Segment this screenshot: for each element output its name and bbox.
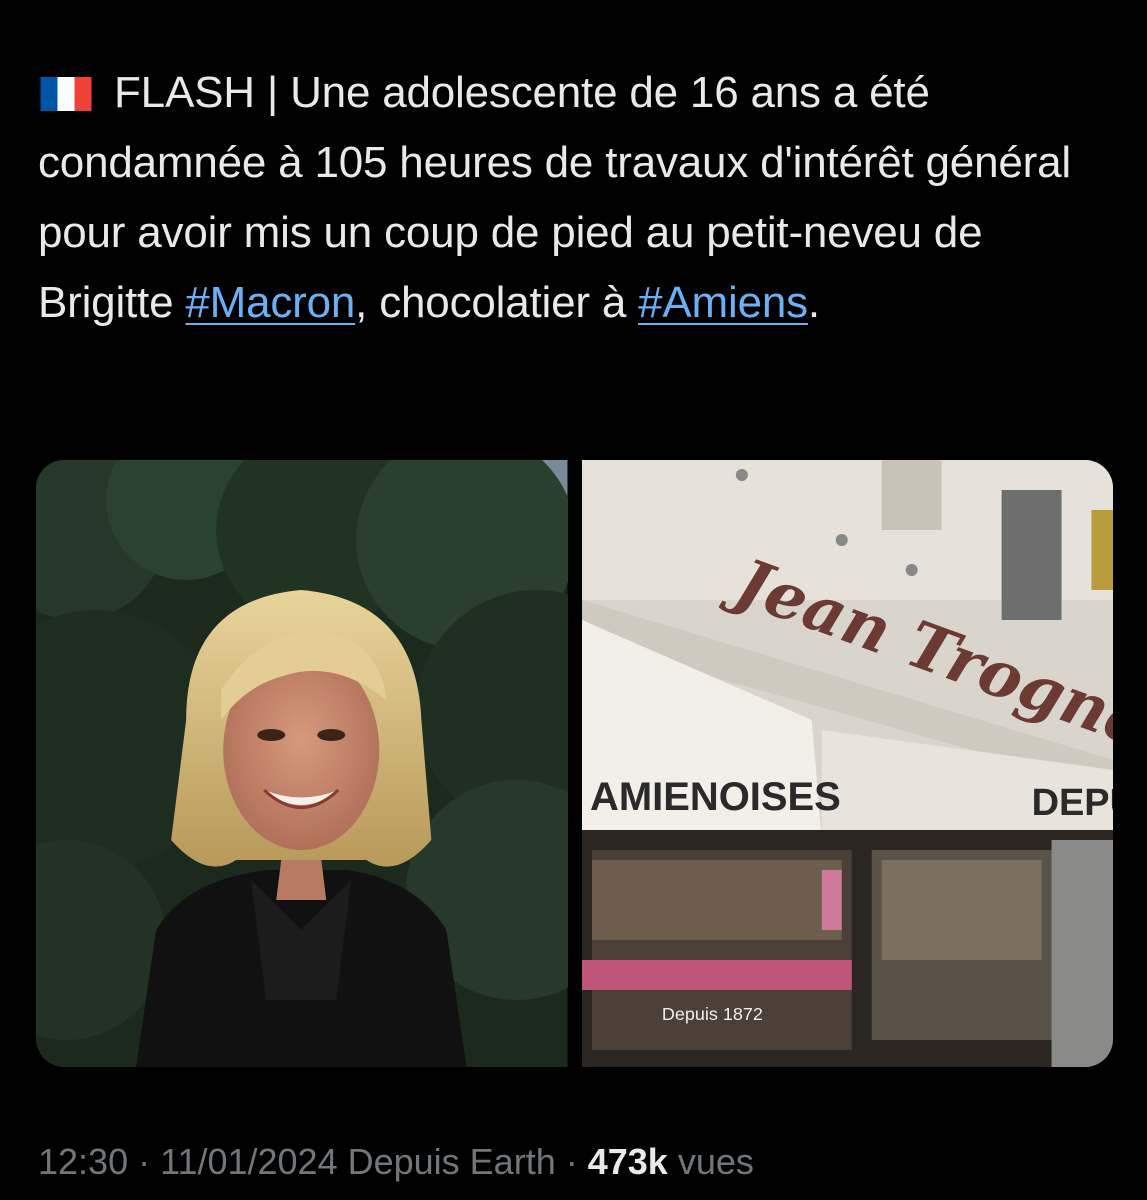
tweet-source: Depuis Earth	[337, 1141, 556, 1182]
window-text: Depuis 1872	[661, 1004, 762, 1024]
awning-right-text: DEPUIS	[1031, 782, 1113, 824]
portrait-photo[interactable]	[36, 460, 568, 1067]
tweet-body-part-2: , chocolatier à	[355, 278, 639, 327]
meta-separator: ·	[128, 1141, 161, 1182]
chocolate-shop-photo[interactable]: Jean Trogneux AMIENOISES DEPUIS Depuis 1…	[581, 460, 1113, 1067]
hashtag-amiens-link[interactable]: #Amiens	[638, 278, 808, 327]
tweet-body-part-3: .	[807, 278, 820, 327]
tweet-date[interactable]: 11/01/2024	[160, 1141, 338, 1182]
tweet-text: FLASH | Une adolescente de 16 ans a été …	[38, 58, 1118, 338]
hashtag-macron-link[interactable]: #Macron	[185, 278, 355, 327]
views-count[interactable]: 473k	[588, 1141, 668, 1182]
media-grid: Jean Trogneux AMIENOISES DEPUIS Depuis 1…	[36, 460, 1113, 1067]
france-flag-icon	[38, 77, 94, 111]
meta-separator-2: ·	[555, 1141, 588, 1182]
tweet-time[interactable]: 12:30	[38, 1141, 128, 1182]
awning-left-text: AMIENOISES	[589, 775, 840, 819]
tweet-meta: 12:30 · 11/01/2024 Depuis Earth · 473k v…	[38, 1138, 754, 1186]
views-label: vues	[667, 1141, 754, 1182]
